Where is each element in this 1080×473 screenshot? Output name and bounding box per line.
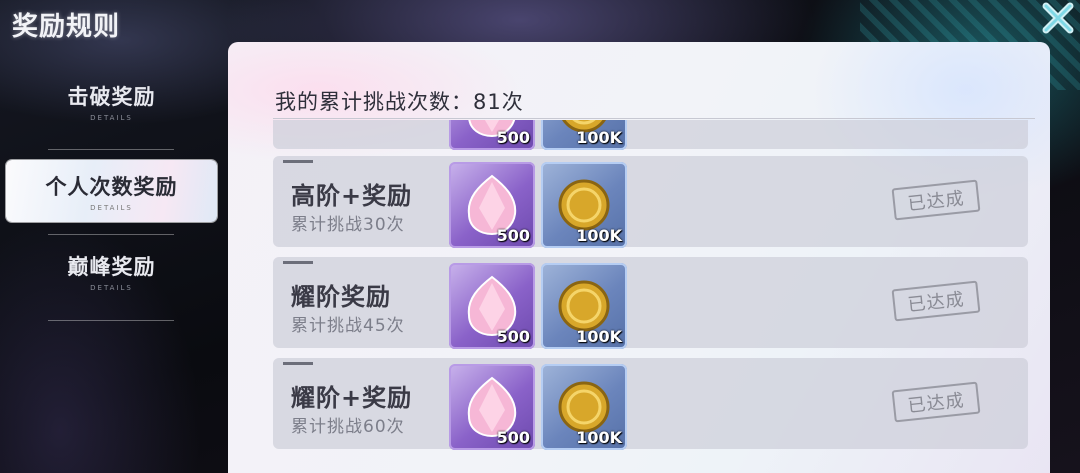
row-tag xyxy=(283,261,313,264)
reward-item-coin[interactable]: 100K xyxy=(541,263,627,349)
reward-item-coin[interactable]: 100K xyxy=(541,162,627,248)
status-badge-completed: 已达成 xyxy=(891,381,981,423)
reward-row: 500 100K xyxy=(273,120,1028,150)
reward-quantity: 100K xyxy=(576,428,622,447)
close-button[interactable] xyxy=(1036,0,1080,40)
reward-row-title: 耀阶+奖励 xyxy=(291,384,413,412)
nav-item-sub: DETAILS xyxy=(90,203,133,212)
reward-row-title: 耀阶奖励 xyxy=(291,283,391,311)
reward-quantity: 100K xyxy=(576,128,622,147)
reward-quantity: 500 xyxy=(496,128,530,147)
reward-row-requirement: 累计挑战60次 xyxy=(291,417,405,437)
reward-quantity: 100K xyxy=(576,327,622,346)
nav-item-sub: DETAILS xyxy=(90,283,133,292)
reward-panel: 我的累计挑战次数：81次 500 100K 高阶+奖励 累计挑战30次 500 … xyxy=(228,42,1050,473)
reward-row: 耀阶+奖励 累计挑战60次 500 100K 已达成 xyxy=(273,358,1028,450)
reward-quantity: 500 xyxy=(496,428,530,447)
reward-quantity: 100K xyxy=(576,226,622,245)
reward-row: 耀阶奖励 累计挑战45次 500 100K 已达成 xyxy=(273,257,1028,349)
reward-row-title: 高阶+奖励 xyxy=(291,182,413,210)
reward-row-requirement: 累计挑战45次 xyxy=(291,316,405,336)
reward-item-gem[interactable]: 500 xyxy=(449,120,535,150)
reward-quantity: 500 xyxy=(496,226,530,245)
nav-item-personal-count-reward[interactable]: 个人次数奖励 DETAILS xyxy=(6,160,217,222)
page-title: 奖励规则 xyxy=(12,12,121,42)
nav-divider xyxy=(48,234,174,235)
nav-item-sub: DETAILS xyxy=(90,113,133,122)
row-tag xyxy=(283,160,313,163)
nav-item-label: 巅峰奖励 xyxy=(67,254,156,279)
status-badge-completed: 已达成 xyxy=(891,179,981,221)
reward-item-coin[interactable]: 100K xyxy=(541,120,627,150)
reward-row-requirement: 累计挑战30次 xyxy=(291,215,405,235)
challenge-count: 我的累计挑战次数：81次 xyxy=(275,90,524,114)
nav-item-break-reward[interactable]: 击破奖励 DETAILS xyxy=(6,70,217,132)
reward-item-gem[interactable]: 500 xyxy=(449,364,535,450)
nav-divider xyxy=(48,320,174,321)
nav-item-label: 个人次数奖励 xyxy=(45,174,178,199)
reward-row: 高阶+奖励 累计挑战30次 500 100K 已达成 xyxy=(273,156,1028,248)
nav-item-peak-reward[interactable]: 巅峰奖励 DETAILS xyxy=(6,240,217,302)
status-badge-completed: 已达成 xyxy=(891,280,981,322)
reward-item-gem[interactable]: 500 xyxy=(449,162,535,248)
divider xyxy=(273,118,1035,119)
reward-item-coin[interactable]: 100K xyxy=(541,364,627,450)
reward-quantity: 500 xyxy=(496,327,530,346)
row-tag xyxy=(283,362,313,365)
reward-list[interactable]: 500 100K 高阶+奖励 累计挑战30次 500 100K 已达成 耀阶奖励… xyxy=(273,120,1028,473)
nav-divider xyxy=(48,149,174,150)
reward-item-gem[interactable]: 500 xyxy=(449,263,535,349)
close-icon xyxy=(1040,0,1076,40)
nav-item-label: 击破奖励 xyxy=(67,84,156,109)
